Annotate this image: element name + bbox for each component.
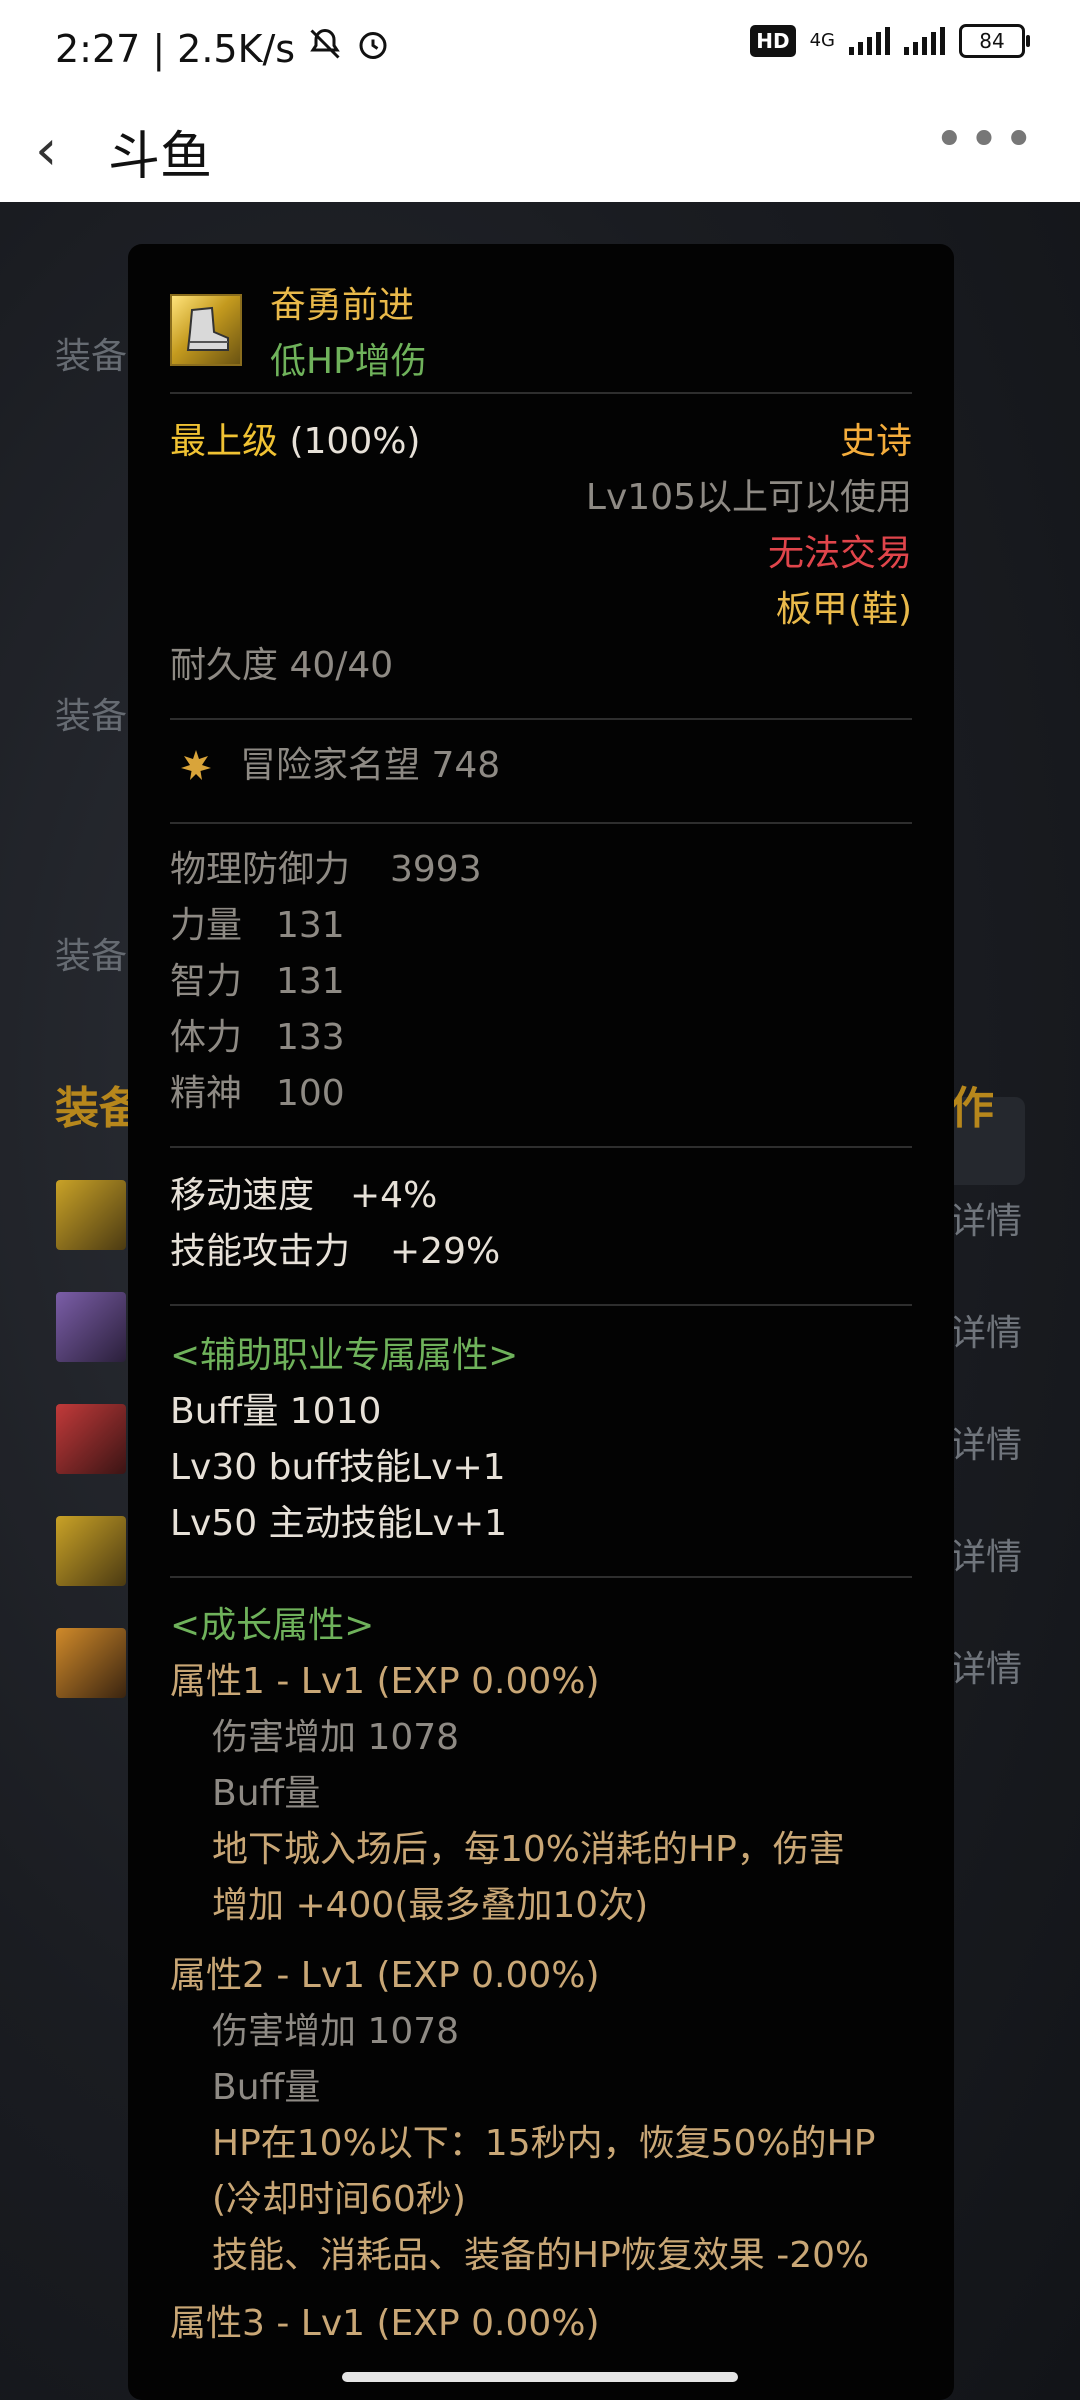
hd-icon: HD	[750, 25, 796, 57]
bonus-value: +29%	[390, 1231, 501, 1272]
item-grade: 最上级 (100%)	[170, 420, 420, 464]
stat-value: 100	[276, 1073, 345, 1114]
signal-icon	[849, 27, 890, 55]
section-title-right: 作	[950, 1083, 994, 1134]
stat-name: 智力	[170, 961, 243, 1002]
stat-name: 力量	[170, 905, 243, 946]
divider	[170, 1304, 912, 1306]
separator: |	[152, 26, 166, 71]
adventurer-fame: 冒险家名望 748	[240, 745, 501, 786]
grade-percent: (100%)	[289, 421, 421, 462]
bell-muted-icon	[307, 26, 343, 71]
durability: 耐久度 40/40	[170, 645, 394, 686]
back-button[interactable]: ‹	[35, 118, 57, 183]
detail-link[interactable]: 详情	[950, 1192, 1022, 1244]
status-bar: 2:27 | 2.5K/s HD 4G 84	[0, 0, 1080, 96]
divider	[170, 1576, 912, 1578]
growth-desc: 地下城入场后，每10%消耗的HP，伤害	[212, 1829, 845, 1870]
divider	[170, 392, 912, 394]
growth-damage: 伤害增加 1078	[212, 1717, 460, 1758]
stat-name: 物理防御力	[170, 849, 351, 890]
growth-title: 属性3 - Lv1 (EXP 0.00%)	[170, 2303, 600, 2344]
detail-link[interactable]: 详情	[950, 1528, 1022, 1580]
item-subtitle: 低HP增伤	[270, 341, 427, 382]
network-type: 4G	[809, 30, 835, 51]
item-type: 板甲(鞋)	[775, 589, 912, 630]
growth-desc: 增加 +400(最多叠加10次)	[212, 1885, 649, 1926]
divider	[170, 822, 912, 824]
growth-desc: HP在10%以下：15秒内，恢复50%的HP	[212, 2123, 876, 2164]
equip-label: 装备	[55, 696, 128, 737]
network-speed: 2.5K/s	[177, 26, 296, 71]
more-options-button[interactable]: •••	[934, 110, 1038, 170]
equipment-thumbnail[interactable]	[56, 1516, 126, 1586]
equipment-thumbnail[interactable]	[56, 1628, 126, 1698]
clock: 2:27	[55, 26, 141, 71]
item-tooltip: 奋勇前进 低HP增伤 最上级 (100%) 史诗 Lv105以上可以使用 无法交…	[128, 244, 954, 2400]
stat-value: 133	[276, 1017, 345, 1058]
equip-label: 装备	[55, 936, 128, 977]
growth-title: 属性1 - Lv1 (EXP 0.00%)	[170, 1661, 600, 1702]
support-header: <辅助职业专属属性>	[170, 1335, 519, 1376]
equipment-thumbnail[interactable]	[56, 1292, 126, 1362]
detail-link[interactable]: 详情	[950, 1640, 1022, 1692]
detail-link[interactable]: 详情	[950, 1416, 1022, 1468]
battery-icon: 84	[959, 24, 1030, 58]
growth-header: <成长属性>	[170, 1605, 375, 1646]
stat-name: 体力	[170, 1017, 243, 1058]
support-line: Buff量 1010	[170, 1391, 382, 1432]
growth-damage: 伤害增加 1078	[212, 2011, 460, 2052]
app-header: ‹ 斗鱼 •••	[0, 96, 1080, 202]
fame-icon	[178, 747, 214, 783]
trade-status: 无法交易	[767, 533, 912, 574]
bonus-value: +4%	[350, 1175, 438, 1216]
item-rarity: 史诗	[839, 421, 912, 462]
bonus-name: 技能攻击力	[170, 1231, 351, 1272]
home-indicator[interactable]	[342, 2372, 738, 2382]
growth-title: 属性2 - Lv1 (EXP 0.00%)	[170, 1955, 600, 1996]
stat-name: 精神	[170, 1073, 243, 1114]
page-title: 斗鱼	[108, 127, 213, 187]
equip-label: 装备	[55, 336, 128, 377]
bonus-name: 移动速度	[170, 1175, 315, 1216]
growth-buff: Buff量	[212, 1773, 321, 1814]
equipment-thumbnail[interactable]	[56, 1404, 126, 1474]
stat-value: 131	[276, 905, 345, 946]
equipment-thumbnail[interactable]	[56, 1180, 126, 1250]
alarm-icon	[355, 26, 391, 71]
stat-value: 131	[276, 961, 345, 1002]
growth-buff: Buff量	[212, 2067, 321, 2108]
level-requirement: Lv105以上可以使用	[585, 477, 912, 518]
boots-icon	[170, 294, 242, 366]
signal-icon-2	[904, 27, 945, 55]
support-line: Lv30 buff技能Lv+1	[170, 1447, 506, 1488]
growth-desc: (冷却时间60秒)	[212, 2179, 466, 2220]
stat-value: 3993	[390, 849, 482, 890]
divider	[170, 1146, 912, 1148]
divider	[170, 718, 912, 720]
growth-desc: 技能、消耗品、装备的HP恢复效果 -20%	[212, 2235, 870, 2276]
detail-link[interactable]: 详情	[950, 1304, 1022, 1356]
grade-label: 最上级	[170, 421, 279, 462]
support-line: Lv50 主动技能Lv+1	[170, 1503, 508, 1544]
item-name: 奋勇前进	[270, 285, 415, 326]
